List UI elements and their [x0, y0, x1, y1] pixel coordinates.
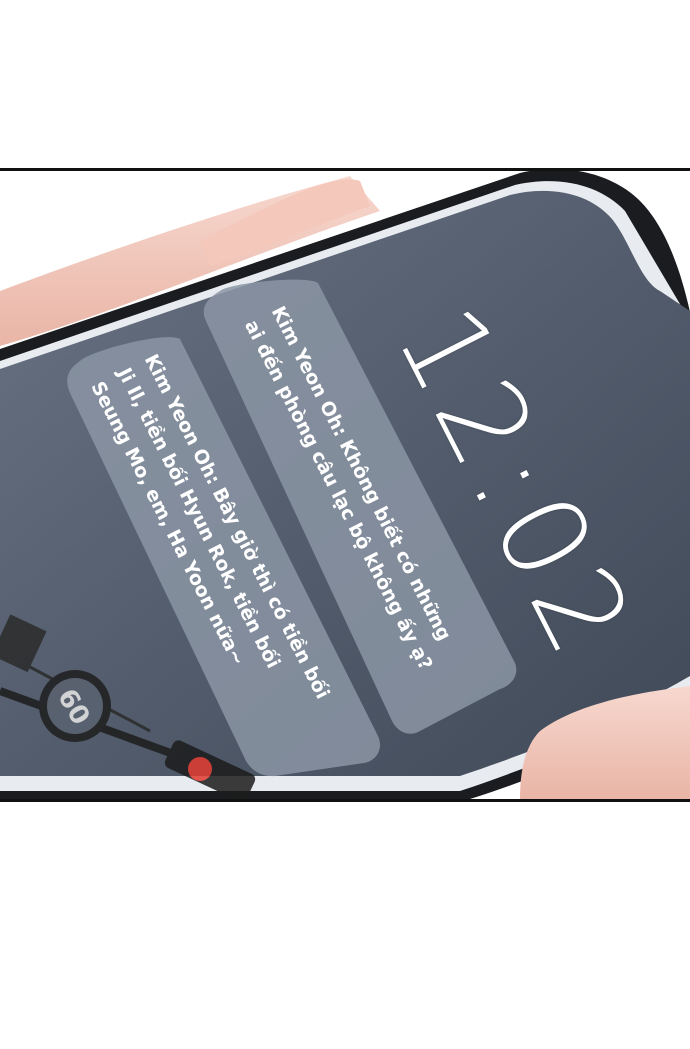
comic-panel: 60 12:02 Kim Yeon Oh: Không biết có nhữn…	[0, 168, 690, 802]
